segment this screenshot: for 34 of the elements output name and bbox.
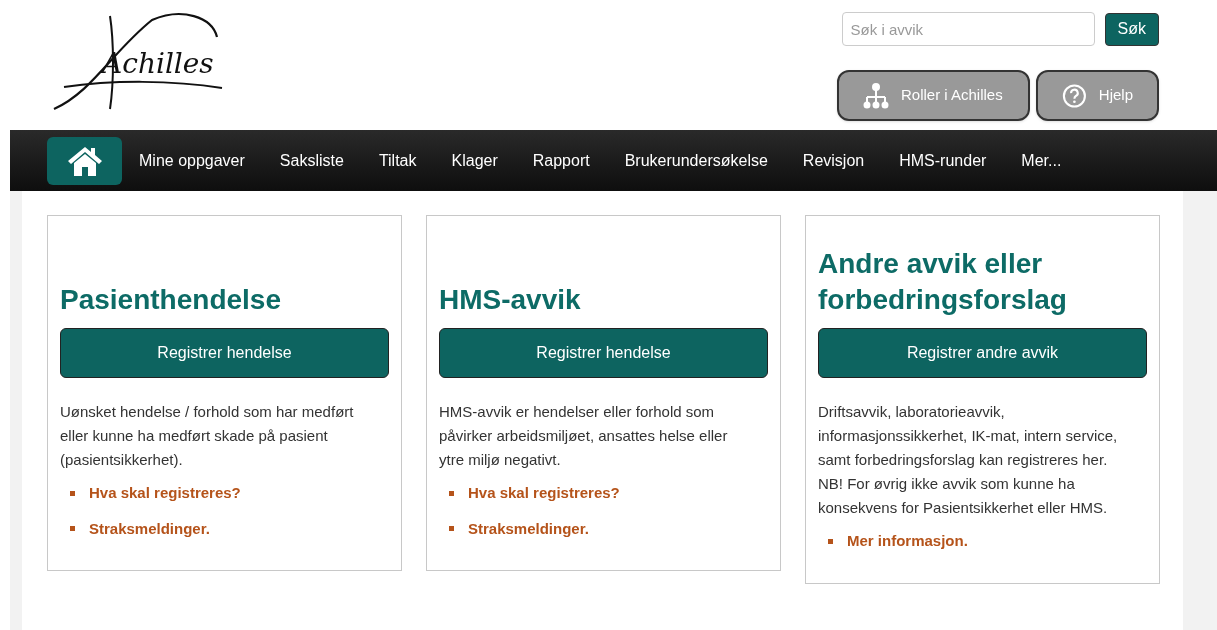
info-link[interactable]: Hva skal registreres? (468, 482, 620, 505)
hierarchy-icon (863, 82, 889, 109)
card-title: Pasienthendelse (60, 283, 281, 317)
bullet-icon (70, 526, 75, 532)
nav-item[interactable]: Mer... (1021, 140, 1062, 181)
nav-item[interactable]: HMS-runder (899, 140, 987, 181)
bullet-icon (449, 526, 454, 532)
search-button[interactable]: Søk (1104, 12, 1159, 46)
nav-item[interactable]: Revisjon (802, 140, 865, 181)
info-link[interactable]: Straksmeldinger. (468, 517, 589, 540)
nav-item[interactable]: Klager (451, 140, 498, 181)
nav-item[interactable]: Rapport (532, 140, 590, 181)
card-description: NB! For øvrig ikke avvik som kunne ha konsekvens for Pasientsikkerhet eller HMS. (818, 474, 1109, 518)
nav-item[interactable]: Tiltak (378, 140, 417, 181)
card-title: Andre avvik eller forbedringsforslag (818, 247, 1068, 317)
info-link[interactable]: Hva skal registreres? (89, 482, 241, 505)
nav-item[interactable]: Brukerundersøkelse (624, 140, 768, 181)
register-button[interactable]: Registrer hendelse (439, 328, 768, 378)
register-button[interactable]: Registrer hendelse (60, 328, 389, 378)
search-field[interactable]: Søk i avvik (841, 12, 1095, 46)
register-button[interactable]: Registrer andre avvik (818, 328, 1147, 378)
card-title: HMS-avvik (439, 283, 581, 317)
card-description: Uønsket hendelse / forhold som har medført eller kunne ha medført skade på pasient (pasientsikkerhet). (60, 402, 355, 470)
nav-item[interactable]: Saksliste (279, 140, 344, 181)
info-link[interactable]: Mer informasjon. (847, 530, 968, 553)
home-tab[interactable] (47, 136, 122, 185)
bullet-icon (70, 490, 75, 496)
help-icon (1062, 82, 1087, 109)
bullet-icon (449, 490, 454, 496)
nav-item[interactable]: Mine oppgaver (139, 140, 245, 181)
card-description: Driftsavvik, laboratorieavvik, informasjonssikkerhet, IK-mat, intern service, samt forbedringsforslag kan registreres her. (818, 402, 1119, 470)
info-link[interactable]: Straksmeldinger. (89, 517, 210, 540)
bullet-icon (828, 538, 833, 544)
card-description: HMS-avvik er hendelser eller forhold som påvirker arbeidsmiljøet, ansattes helse eller ytre miljø negativt. (439, 402, 729, 470)
